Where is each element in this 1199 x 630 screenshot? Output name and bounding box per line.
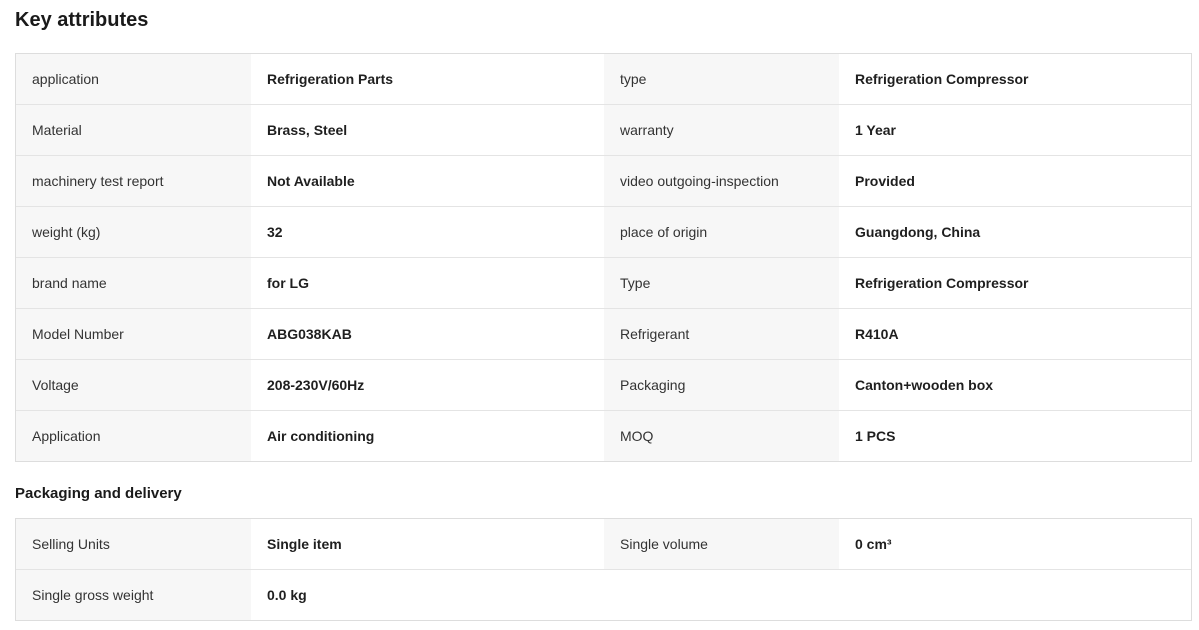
empty-cell (604, 570, 839, 620)
attribute-value: R410A (839, 309, 1191, 359)
empty-cell (839, 570, 1191, 620)
attribute-value: Single item (251, 519, 604, 569)
attribute-value: Air conditioning (251, 411, 604, 461)
attribute-label: Voltage (16, 360, 251, 410)
attribute-value: ABG038KAB (251, 309, 604, 359)
table-row: brand name for LG Type Refrigeration Com… (16, 258, 1191, 309)
attribute-value: Refrigeration Parts (251, 54, 604, 104)
attribute-value: 1 PCS (839, 411, 1191, 461)
attribute-value: for LG (251, 258, 604, 308)
attribute-value: 0 cm³ (839, 519, 1191, 569)
table-row: machinery test report Not Available vide… (16, 156, 1191, 207)
attribute-value: 32 (251, 207, 604, 257)
attribute-label: Refrigerant (604, 309, 839, 359)
packaging-delivery-heading: Packaging and delivery (15, 485, 182, 502)
attribute-value: Provided (839, 156, 1191, 206)
attribute-label: brand name (16, 258, 251, 308)
attribute-label: Single volume (604, 519, 839, 569)
table-row: Single gross weight 0.0 kg (16, 570, 1191, 620)
attribute-value: 0.0 kg (251, 570, 604, 620)
attribute-label: Packaging (604, 360, 839, 410)
key-attributes-table: application Refrigeration Parts type Ref… (15, 53, 1192, 462)
attribute-value: Canton+wooden box (839, 360, 1191, 410)
attribute-label: Type (604, 258, 839, 308)
table-row: Application Air conditioning MOQ 1 PCS (16, 411, 1191, 461)
attribute-value: Guangdong, China (839, 207, 1191, 257)
table-row: Voltage 208-230V/60Hz Packaging Canton+w… (16, 360, 1191, 411)
attribute-label: MOQ (604, 411, 839, 461)
attribute-label: Selling Units (16, 519, 251, 569)
attribute-value: Refrigeration Compressor (839, 258, 1191, 308)
attribute-label: Model Number (16, 309, 251, 359)
attribute-value: Brass, Steel (251, 105, 604, 155)
attribute-label: type (604, 54, 839, 104)
attribute-label: Single gross weight (16, 570, 251, 620)
table-row: application Refrigeration Parts type Ref… (16, 54, 1191, 105)
packaging-delivery-table: Selling Units Single item Single volume … (15, 518, 1192, 621)
attribute-value: 1 Year (839, 105, 1191, 155)
attribute-label: Material (16, 105, 251, 155)
attribute-label: warranty (604, 105, 839, 155)
attribute-label: machinery test report (16, 156, 251, 206)
table-row: Material Brass, Steel warranty 1 Year (16, 105, 1191, 156)
key-attributes-heading: Key attributes (15, 9, 149, 31)
table-row: Model Number ABG038KAB Refrigerant R410A (16, 309, 1191, 360)
attribute-value: Refrigeration Compressor (839, 54, 1191, 104)
attribute-label: place of origin (604, 207, 839, 257)
attribute-value: 208-230V/60Hz (251, 360, 604, 410)
attribute-label: weight (kg) (16, 207, 251, 257)
table-row: weight (kg) 32 place of origin Guangdong… (16, 207, 1191, 258)
attribute-label: Application (16, 411, 251, 461)
table-row: Selling Units Single item Single volume … (16, 519, 1191, 570)
attribute-value: Not Available (251, 156, 604, 206)
attribute-label: video outgoing-inspection (604, 156, 839, 206)
attribute-label: application (16, 54, 251, 104)
